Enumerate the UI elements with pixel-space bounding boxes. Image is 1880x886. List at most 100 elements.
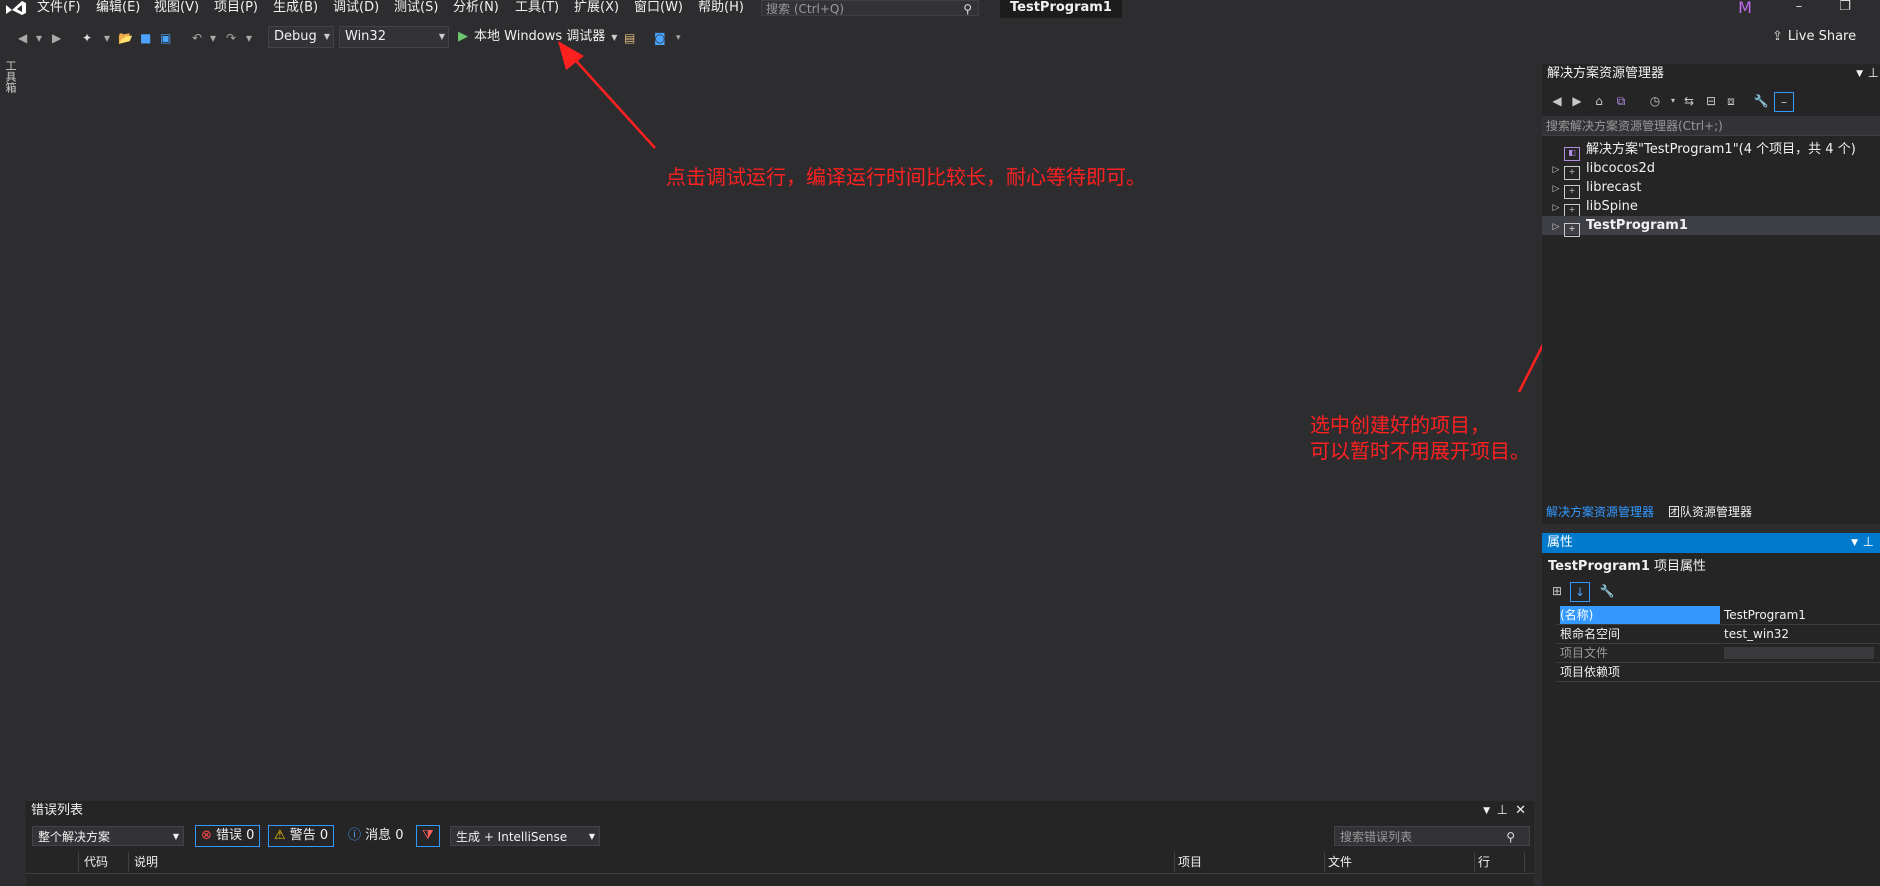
property-pages-icon[interactable]: 🔧 (1598, 582, 1616, 600)
live-share-button[interactable]: ⇪ Live Share (1772, 28, 1856, 46)
menu-test[interactable]: 测试(S) (394, 0, 438, 16)
build-filter-select[interactable]: 生成 + IntelliSense ▼ (450, 826, 600, 846)
save-all-icon[interactable]: ▣ (160, 30, 171, 46)
quick-search-placeholder: 搜索 (Ctrl+Q) (766, 2, 845, 16)
platform-value: Win32 (345, 29, 386, 44)
property-row-project-file[interactable]: 项目文件 (1556, 644, 1880, 663)
pin-icon[interactable]: ⊥ (1497, 801, 1508, 821)
properties-object-selector[interactable]: TestProgram1 项目属性 (1548, 557, 1706, 577)
collapse-all-icon[interactable]: ⊟ (1702, 92, 1720, 110)
project-label: TestProgram1 (1586, 218, 1688, 233)
filter-icon[interactable]: ⧩ (416, 825, 440, 847)
column-project[interactable]: 项目 (1178, 852, 1325, 872)
property-row-dependencies[interactable]: 项目依赖项 (1556, 663, 1880, 682)
search-icon: ⚲ (1506, 830, 1515, 844)
tab-solution-explorer[interactable]: 解决方案资源管理器 (1546, 502, 1654, 522)
show-all-files-icon[interactable]: ⧈ (1722, 92, 1740, 110)
preview-selected-icon[interactable]: – (1774, 92, 1794, 112)
close-icon[interactable]: ✕ (1515, 801, 1526, 821)
menu-debug[interactable]: 调试(D) (333, 0, 379, 16)
property-row-root-namespace[interactable]: 根命名空间 test_win32 (1556, 625, 1880, 644)
panel-menu-icon[interactable]: ▼ (1483, 801, 1490, 821)
solution-node[interactable]: ◧ 解决方案"TestProgram1"(4 个项目，共 4 个) (1548, 140, 1880, 161)
property-value: TestProgram1 (1724, 608, 1806, 622)
pin-icon[interactable]: ⊥ (1863, 533, 1874, 553)
minimize-icon[interactable]: – (1784, 0, 1814, 16)
chevron-down-icon: ▼ (438, 32, 445, 41)
column-file[interactable]: 文件 (1328, 852, 1475, 872)
error-list-search-placeholder: 搜索错误列表 (1340, 830, 1413, 844)
user-avatar[interactable]: M (1734, 0, 1756, 16)
run-hint-annotation: 点击调试运行，编译运行时间比较长，耐心等待即可。 (666, 165, 1146, 189)
toolbox-tab[interactable]: 工具箱 (2, 60, 18, 108)
start-debugging-button[interactable]: ▶ 本地 Windows 调试器 ▼ (458, 28, 617, 46)
menu-analyze[interactable]: 分析(N) (453, 0, 499, 16)
column-code[interactable]: 代码 (84, 852, 129, 872)
quick-search-input[interactable]: 搜索 (Ctrl+Q) ⚲ (761, 0, 979, 16)
navigate-forward-icon[interactable]: ▶ (52, 30, 61, 46)
menu-extensions[interactable]: 扩展(X) (574, 0, 619, 16)
pin-icon[interactable]: ⊥ (1868, 64, 1879, 84)
solution-platform-select[interactable]: Win32 ▼ (339, 26, 449, 48)
messages-filter-button[interactable]: ⓘ 消息 0 (342, 825, 410, 847)
forward-icon[interactable]: ▶ (1568, 92, 1586, 110)
menu-project[interactable]: 项目(P) (214, 0, 258, 16)
expand-arrow-icon[interactable]: ▷ (1548, 218, 1564, 237)
screenshot-icon[interactable]: ◙ (654, 30, 666, 46)
panel-menu-icon[interactable]: ▼ (1856, 64, 1863, 84)
warning-icon: ⚠ (274, 828, 286, 843)
solution-configuration-select[interactable]: Debug ▼ (268, 26, 334, 48)
tab-team-explorer[interactable]: 团队资源管理器 (1668, 502, 1752, 522)
error-list-title-text: 错误列表 (31, 803, 84, 818)
project-node-librecast[interactable]: ▷ + librecast (1548, 178, 1880, 199)
new-project-icon[interactable]: ✦ (82, 30, 92, 46)
chevron-down-icon: ▼ (588, 832, 595, 841)
project-label: libSpine (1586, 199, 1638, 214)
categorized-icon[interactable]: ⊞ (1548, 582, 1566, 600)
menu-tools[interactable]: 工具(T) (515, 0, 559, 16)
dropdown-arrow-icon[interactable]: ▾ (36, 30, 42, 46)
navigate-back-icon[interactable]: ◀ (18, 30, 27, 46)
menu-help[interactable]: 帮助(H) (698, 0, 744, 16)
chevron-down-icon: ▼ (323, 32, 330, 41)
error-scope-select[interactable]: 整个解决方案 ▼ (32, 826, 184, 846)
pending-changes-icon[interactable]: ◷ (1646, 92, 1664, 110)
project-label: librecast (1586, 180, 1642, 195)
error-list-search-input[interactable]: 搜索错误列表 ⚲ (1334, 826, 1530, 846)
home-icon[interactable]: ⌂ (1590, 92, 1608, 110)
panel-menu-icon[interactable]: ▼ (1851, 533, 1858, 553)
redo-icon[interactable]: ↷ (226, 30, 236, 46)
visual-studio-logo-icon (6, 1, 26, 15)
errors-filter-button[interactable]: ⊗ 错误 0 (195, 825, 261, 847)
column-toggle[interactable] (56, 852, 79, 872)
chevron-down-icon: ▼ (611, 33, 618, 42)
warnings-filter-button[interactable]: ⚠ 警告 0 (268, 825, 335, 847)
menu-file[interactable]: 文件(F) (37, 0, 81, 16)
toolbar-options-icon[interactable]: ▾ (676, 30, 681, 46)
alphabetical-icon[interactable]: ↓ (1570, 582, 1590, 602)
column-description[interactable]: 说明 (134, 852, 1175, 872)
run-arrow-line (567, 51, 656, 149)
dropdown-arrow-icon[interactable]: ▾ (246, 30, 252, 46)
project-node-libcocos2d[interactable]: ▷ + libcocos2d (1548, 159, 1880, 180)
menu-view[interactable]: 视图(V) (154, 0, 199, 16)
folder-icon[interactable]: ▤ (624, 30, 635, 46)
sync-icon[interactable]: ⇆ (1680, 92, 1698, 110)
dropdown-arrow-icon[interactable]: ▾ (104, 30, 110, 46)
dropdown-arrow-icon[interactable]: ▾ (210, 30, 216, 46)
open-file-icon[interactable]: 📂 (118, 30, 133, 46)
project-node-libspine[interactable]: ▷ + libSpine (1548, 197, 1880, 218)
menu-build[interactable]: 生成(B) (273, 0, 318, 16)
restore-icon[interactable]: ❐ (1830, 0, 1860, 16)
save-icon[interactable]: ■ (140, 30, 151, 46)
menu-window[interactable]: 窗口(W) (634, 0, 683, 16)
project-node-testprogram1[interactable]: ▷ + TestProgram1 (1542, 216, 1880, 237)
column-line[interactable]: 行 (1478, 852, 1525, 872)
solution-explorer-search-input[interactable]: 搜索解决方案资源管理器(Ctrl+;) (1542, 116, 1880, 136)
switch-views-icon[interactable]: ⧉ (1612, 92, 1630, 110)
property-row-name[interactable]: (名称) TestProgram1 (1556, 606, 1880, 625)
menu-edit[interactable]: 编辑(E) (96, 0, 140, 16)
properties-wrench-icon[interactable]: 🔧 (1752, 92, 1770, 110)
undo-icon[interactable]: ↶ (192, 30, 202, 46)
back-icon[interactable]: ◀ (1548, 92, 1566, 110)
